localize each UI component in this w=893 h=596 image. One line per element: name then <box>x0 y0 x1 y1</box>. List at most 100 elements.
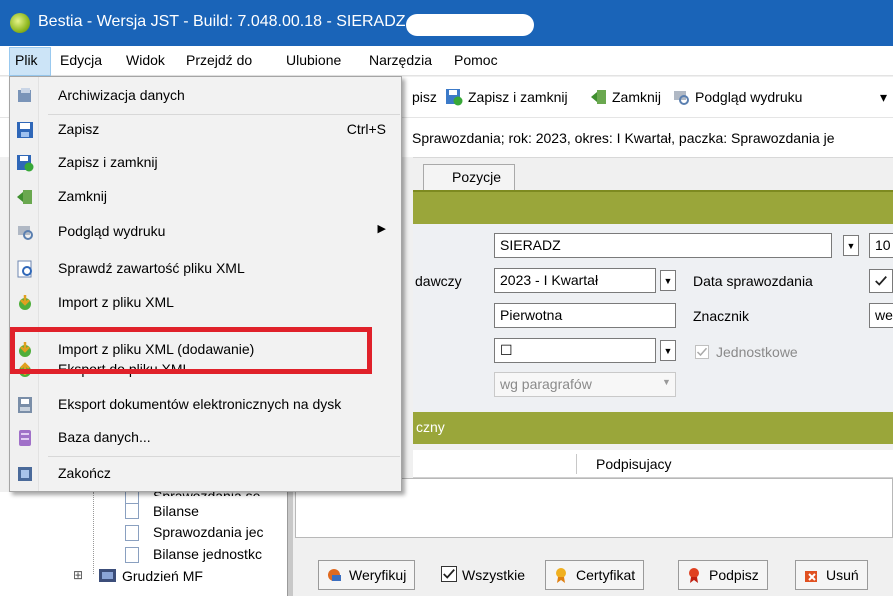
certyfikat-label: Certyfikat <box>576 567 636 583</box>
tree-expander[interactable]: ⊞ <box>73 568 83 582</box>
usun-button[interactable]: Usuń <box>795 560 868 590</box>
tree-splitter[interactable] <box>287 492 293 596</box>
menu-item-label: Zapisz <box>58 121 100 137</box>
menu-item-label: Podgląd wydruku <box>58 223 166 239</box>
import-xml-icon <box>19 295 31 310</box>
menu-item-label: Zakończ <box>58 465 111 481</box>
weryfikuj-button[interactable]: Weryfikuj <box>318 560 416 590</box>
menu-item-import-xml[interactable]: Import z pliku XML <box>10 287 401 319</box>
menu-item-zamknij[interactable]: Zamknij <box>10 181 401 213</box>
tab-pozycje[interactable]: Pozycje <box>423 164 515 190</box>
toolbar-zapisz-zamknij-button[interactable]: Zapisz i zamknij <box>468 89 568 105</box>
menu-item-label: Archiwizacja danych <box>58 87 185 103</box>
toolbar-more-arrow[interactable]: ▾ <box>880 89 887 106</box>
menu-separator <box>48 456 400 457</box>
toolbar-podglad-button[interactable]: Podgląd wydruku <box>695 89 802 105</box>
menu-item-archiwizacja[interactable]: Archiwizacja danych <box>10 80 401 112</box>
okres-dropdown-button[interactable]: ▼ <box>660 270 676 291</box>
menu-item-zapisz-i-zamknij[interactable]: Zapisz i zamknij <box>10 147 401 179</box>
menu-item-label: Eksport dokumentów elektronicznych na dy… <box>58 396 342 412</box>
print-preview-icon <box>674 91 689 105</box>
menu-widok[interactable]: Widok <box>126 52 165 68</box>
znacznik-label: Znacznik <box>693 308 750 324</box>
section-header-2 <box>413 412 893 444</box>
menu-item-label: Import z pliku XML <box>58 294 174 310</box>
menu-item-podglad-wydruku[interactable]: Podgląd wydruku ▶ <box>10 216 401 248</box>
blank-select[interactable]: ☐ <box>494 338 656 363</box>
okres-label: dawczy <box>415 273 462 289</box>
tree-item[interactable]: Sprawozdania jec <box>153 524 264 540</box>
save-close-icon <box>17 155 34 172</box>
submenu-arrow-icon: ▶ <box>377 223 386 235</box>
jednostkowe-checkbox[interactable] <box>695 345 709 359</box>
jednostka-field[interactable]: SIERADZ <box>494 233 832 258</box>
close-door-icon <box>591 90 606 104</box>
jednostka-dropdown-button[interactable]: ▼ <box>843 235 859 256</box>
podpisz-button[interactable]: Podpisz <box>678 560 768 590</box>
blank-dropdown-button[interactable]: ▼ <box>660 340 676 361</box>
save-close-icon <box>446 89 463 106</box>
menu-item-label: Sprawdź zawartość pliku XML <box>58 260 245 276</box>
print-preview-icon <box>18 226 33 240</box>
save-icon <box>17 122 33 138</box>
weryfikuj-icon <box>328 569 341 581</box>
menu-pomoc[interactable]: Pomoc <box>454 52 498 68</box>
wszystkie-label: Wszystkie <box>462 567 525 583</box>
window-title: Bestia - Wersja JST - Build: 7.048.00.18… <box>38 13 406 30</box>
document-icon <box>125 547 139 563</box>
tree-line <box>93 492 94 574</box>
menu-item-shortcut: Ctrl+S <box>346 121 386 137</box>
podpisz-label: Podpisz <box>709 567 759 583</box>
export-disk-icon <box>18 397 32 413</box>
check-xml-icon <box>17 260 32 278</box>
paragraf-select: wg paragrafów <box>494 372 676 397</box>
menu-item-baza-danych[interactable]: Baza danych... <box>10 422 401 454</box>
menu-narzedzia[interactable]: Narzędzia <box>369 52 432 68</box>
certyfikat-button[interactable]: Certyfikat <box>545 560 645 590</box>
toolbar-zamknij-button[interactable]: Zamknij <box>612 89 661 105</box>
rodzaj-field[interactable]: Pierwotna <box>494 303 676 328</box>
tree-item[interactable]: Grudzień MF <box>122 568 203 584</box>
usun-icon <box>805 571 817 582</box>
paragraf-dropdown-arrow: ▼ <box>662 377 671 387</box>
menu-item-zakoncz[interactable]: Zakończ <box>10 458 401 490</box>
document-info-text: Sprawozdania; rok: 2023, okres: I Kwarta… <box>412 130 835 146</box>
menu-przejdz-do[interactable]: Przejdź do <box>186 52 252 68</box>
data-sprawozdania-label: Data sprawozdania <box>693 273 813 289</box>
exit-icon <box>18 467 32 481</box>
menu-plik[interactable]: Plik <box>15 52 38 68</box>
jednostkowe-label: Jednostkowe <box>716 344 798 360</box>
menu-item-zapisz[interactable]: Zapisz Ctrl+S <box>10 114 401 146</box>
weryfikuj-label: Weryfikuj <box>349 567 407 583</box>
data-sprawozdania-checkbox[interactable] <box>869 269 893 293</box>
right-field-1[interactable]: 10 <box>869 233 893 258</box>
certyfikat-icon <box>556 568 566 583</box>
grid-column-divider <box>576 454 577 474</box>
col-podpisujacy[interactable]: Podpisujacy <box>596 456 672 472</box>
grid-header: Podpisujacy <box>413 450 893 478</box>
menu-item-eksport-dokumentow[interactable]: Eksport dokumentów elektronicznych na dy… <box>10 389 401 421</box>
database-icon <box>19 430 31 446</box>
document-icon <box>125 503 139 519</box>
blank-select-checkbox: ☐ <box>500 342 513 358</box>
toolbar-zapisz-button[interactable]: pisz <box>412 89 437 105</box>
menu-item-sprawdz-xml[interactable]: Sprawdź zawartość pliku XML <box>10 253 401 285</box>
usun-label: Usuń <box>826 567 859 583</box>
okres-select[interactable]: 2023 - I Kwartał <box>494 268 656 293</box>
menu-item-label: Baza danych... <box>58 429 151 445</box>
menu-edycja[interactable]: Edycja <box>60 52 102 68</box>
tree-item[interactable]: Bilanse jednostkc <box>153 546 262 562</box>
wszystkie-checkbox[interactable] <box>441 566 457 582</box>
archive-icon <box>18 88 31 102</box>
menu-ulubione[interactable]: Ulubione <box>286 52 341 68</box>
document-icon <box>125 525 139 541</box>
znacznik-field[interactable]: we <box>869 303 893 328</box>
tree-item[interactable]: Bilanse <box>153 503 199 519</box>
app-icon <box>10 13 30 33</box>
section-header-2-text: czny <box>416 419 445 435</box>
redacted-area <box>406 14 534 36</box>
menu-item-label: Zapisz i zamknij <box>58 154 158 170</box>
red-highlight-annotation <box>10 327 372 374</box>
section-header <box>413 190 893 224</box>
title-bar: Bestia - Wersja JST - Build: 7.048.00.18… <box>0 0 893 46</box>
